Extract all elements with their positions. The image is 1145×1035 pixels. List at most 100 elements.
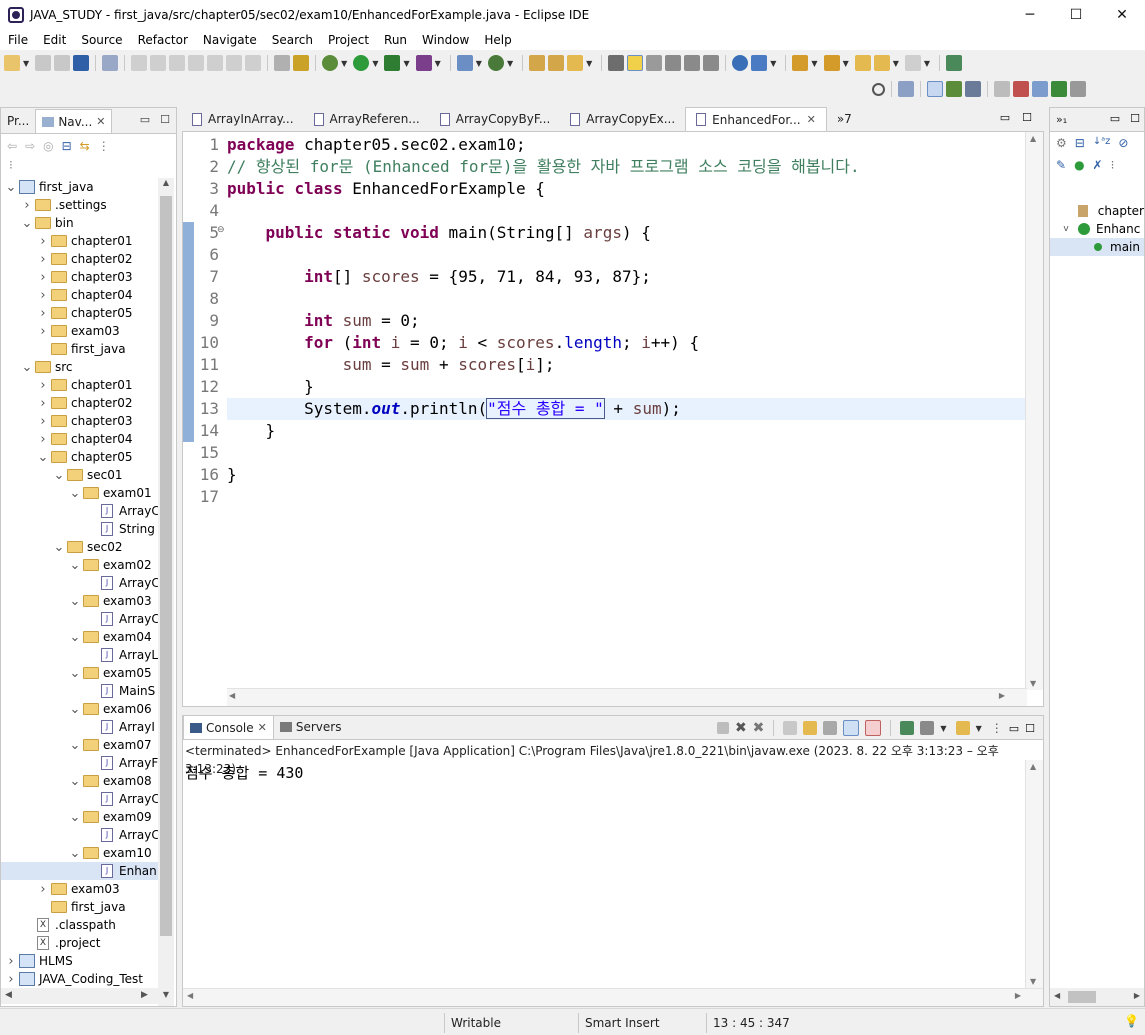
tab-navigator[interactable]: Nav... ✕: [35, 109, 113, 133]
tree-item[interactable]: › chapter02: [1, 394, 173, 412]
chevron-right-icon[interactable]: ›: [37, 234, 49, 249]
fold-icon[interactable]: ⊖: [217, 225, 225, 235]
pilcrow-icon[interactable]: [703, 55, 720, 71]
chevron-right-icon[interactable]: ›: [37, 324, 49, 339]
hide-nonpublic-icon[interactable]: ●: [1074, 158, 1084, 172]
tree-item[interactable]: › exam03: [1, 880, 173, 898]
new-java-project-dropdown-icon[interactable]: ▼: [476, 59, 482, 68]
suspend-icon[interactable]: [150, 55, 167, 71]
scrollbar-down-arrow[interactable]: ▼: [1030, 679, 1036, 688]
scrollbar-up-arrow[interactable]: ▲: [1030, 762, 1036, 771]
scrollbar-right-arrow[interactable]: ▶: [1015, 991, 1021, 1000]
link-editor-icon[interactable]: ⇆: [80, 139, 90, 153]
chevron-down-icon[interactable]: ⌄: [53, 468, 65, 483]
editor-tab[interactable]: ArrayCopyByF...: [430, 107, 561, 131]
back-icon[interactable]: [873, 55, 890, 71]
tree-item[interactable]: J String: [1, 520, 173, 538]
tree-item[interactable]: › HLMS: [1, 952, 173, 970]
tree-item[interactable]: ⌄ exam09: [1, 808, 173, 826]
chevron-down-icon[interactable]: ⌄: [69, 594, 81, 609]
chevron-right-icon[interactable]: ›: [37, 414, 49, 429]
web-browser-dropdown-icon[interactable]: ▼: [770, 59, 776, 68]
forward-dropdown-icon[interactable]: ▼: [924, 59, 930, 68]
tree-item[interactable]: J Enhan: [1, 862, 173, 880]
tree-item[interactable]: J ArrayC: [1, 826, 173, 844]
scrollbar-up-arrow[interactable]: ▲: [1030, 134, 1036, 143]
menu-refactor[interactable]: Refactor: [130, 33, 195, 47]
debug-dropdown-icon[interactable]: ▼: [341, 59, 347, 68]
open-console-dropdown-icon[interactable]: ▼: [976, 724, 982, 733]
tree-item[interactable]: X .classpath: [1, 916, 173, 934]
tree-item[interactable]: › chapter04: [1, 430, 173, 448]
tree-item[interactable]: J ArrayC: [1, 502, 173, 520]
clear-console-icon[interactable]: [783, 721, 798, 735]
hide-static-icon[interactable]: ✎: [1056, 158, 1066, 172]
chevron-down-icon[interactable]: ⌄: [69, 558, 81, 573]
close-icon[interactable]: ✕: [258, 721, 267, 734]
show-on-output-icon[interactable]: [843, 720, 860, 736]
open-perspective-icon[interactable]: [898, 81, 914, 97]
console-vertical-scrollbar[interactable]: ▲ ▼: [1025, 760, 1043, 988]
tree-item[interactable]: ⌄ chapter05: [1, 448, 173, 466]
chevron-down-icon[interactable]: ⌄: [53, 540, 65, 555]
more-views-button[interactable]: »₁: [1050, 107, 1073, 131]
coverage-dropdown-icon[interactable]: ▼: [403, 59, 409, 68]
up-icon[interactable]: ◎: [43, 139, 53, 153]
external-tools-dropdown-icon[interactable]: ▼: [435, 59, 441, 68]
editor-vertical-scrollbar[interactable]: ▲ ▼: [1025, 132, 1043, 690]
tree-item[interactable]: ⌄ exam07: [1, 736, 173, 754]
view-menu-icon[interactable]: ⁝: [1111, 158, 1115, 172]
word-wrap-icon[interactable]: [823, 721, 838, 735]
chevron-down-icon[interactable]: ⌄: [37, 450, 49, 465]
lightbulb-icon[interactable]: 💡: [1124, 1014, 1139, 1028]
mark-occurrences-icon[interactable]: [627, 55, 644, 71]
next-annotation-dropdown-icon[interactable]: ▼: [811, 59, 817, 68]
tree-item[interactable]: J ArrayC: [1, 610, 173, 628]
editor-tab[interactable]: ArrayReferen...: [304, 107, 430, 131]
menu-help[interactable]: Help: [476, 33, 518, 47]
block-selection-icon[interactable]: [646, 55, 663, 71]
pin-editor-icon[interactable]: [946, 55, 963, 71]
pin-console-icon[interactable]: [900, 721, 915, 735]
chevron-down-icon[interactable]: ⌄: [21, 216, 33, 231]
java-ee-perspective-icon[interactable]: [965, 81, 981, 97]
restore-icon[interactable]: [994, 81, 1010, 97]
new-java-class-dropdown-icon[interactable]: ▼: [507, 59, 513, 68]
view-menu-icon[interactable]: ⋮: [991, 721, 1003, 735]
web-browser-icon[interactable]: [751, 55, 768, 71]
new-icon[interactable]: [4, 55, 20, 71]
search-toolbar-icon[interactable]: [567, 55, 584, 71]
java-perspective-icon[interactable]: [927, 81, 943, 97]
outline-horizontal-scrollbar[interactable]: ◀ ▶: [1050, 988, 1144, 1006]
menu-file[interactable]: File: [0, 33, 35, 47]
chevron-right-icon[interactable]: ›: [37, 432, 49, 447]
chevron-right-icon[interactable]: ›: [37, 288, 49, 303]
tree-item[interactable]: › chapter01: [1, 232, 173, 250]
last-edit-location-icon[interactable]: [854, 55, 871, 71]
chevron-down-icon[interactable]: ⌄: [69, 738, 81, 753]
tree-item[interactable]: J ArrayC: [1, 574, 173, 592]
coverage-icon[interactable]: [384, 55, 401, 71]
collapse-all-icon[interactable]: ⊟: [62, 139, 72, 153]
tree-item[interactable]: ⌄ exam05: [1, 664, 173, 682]
scrollbar-thumb[interactable]: [1068, 991, 1096, 1003]
chevron-down-icon[interactable]: ⌄: [5, 180, 17, 195]
minimize-icon[interactable]: ▭: [1110, 112, 1120, 125]
chevron-right-icon[interactable]: ›: [37, 882, 49, 897]
tree-item[interactable]: ⌄ exam06: [1, 700, 173, 718]
terminate-icon[interactable]: [169, 55, 186, 71]
chevron-down-icon[interactable]: ⌄: [69, 702, 81, 717]
scrollbar-right-arrow[interactable]: ▶: [999, 691, 1005, 700]
chevron-down-icon[interactable]: ⌄: [69, 774, 81, 789]
toggle-breakpoint-icon[interactable]: [293, 55, 310, 71]
tree-item[interactable]: J ArrayI: [1, 718, 173, 736]
tree-item[interactable]: J MainS: [1, 682, 173, 700]
close-button[interactable]: ✕: [1099, 0, 1145, 30]
tree-item[interactable]: › JAVA_Coding_Test: [1, 970, 173, 988]
editor-tab[interactable]: ArrayInArray...: [182, 107, 304, 131]
minimize-icon[interactable]: ▭: [140, 113, 150, 126]
maximize-icon[interactable]: ☐: [1130, 112, 1140, 125]
console-output[interactable]: 점수 총합 = 430: [185, 762, 303, 783]
menu-source[interactable]: Source: [73, 33, 129, 47]
tree-item[interactable]: ⌄ exam01: [1, 484, 173, 502]
